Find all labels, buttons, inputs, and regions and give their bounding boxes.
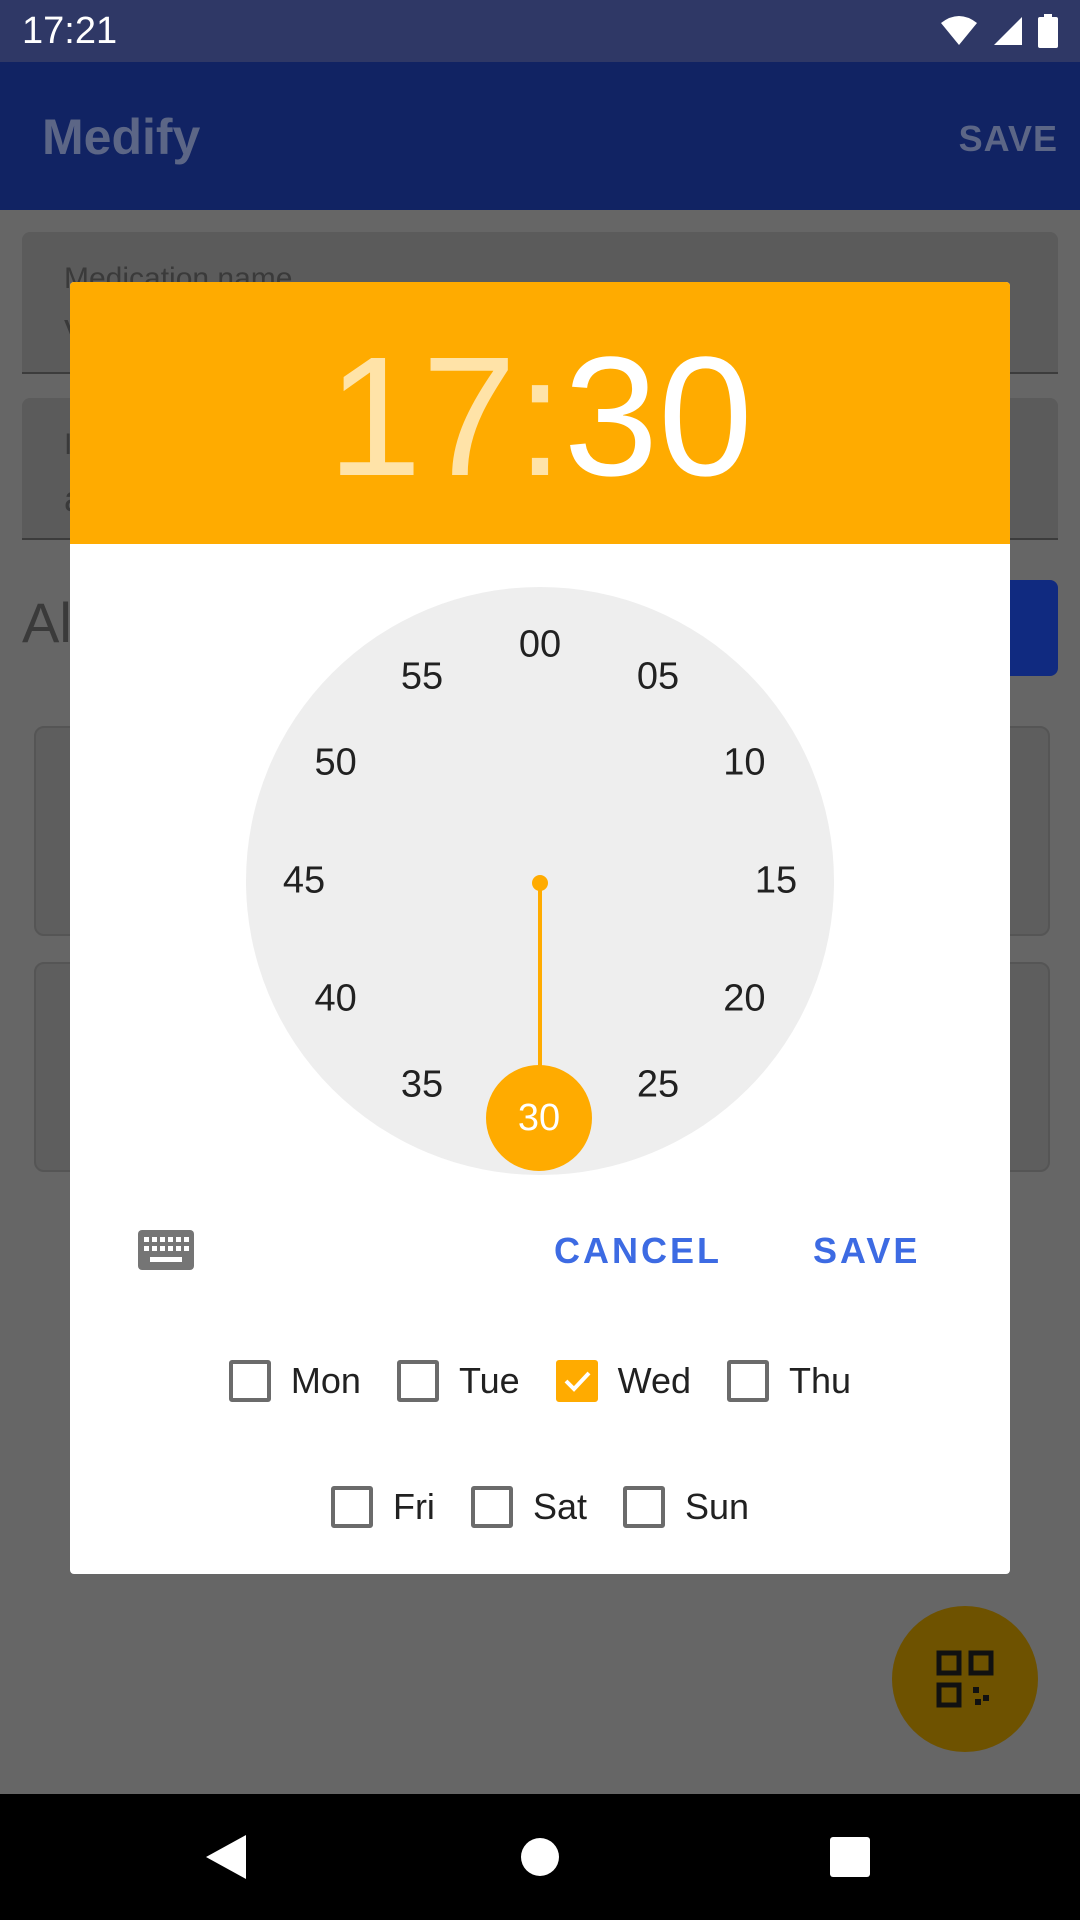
clock-minute-10[interactable]: 10 bbox=[723, 742, 765, 785]
qr-code-icon bbox=[936, 1650, 994, 1708]
selected-minute[interactable]: 30 bbox=[486, 1065, 592, 1171]
clock-minute-40[interactable]: 40 bbox=[314, 978, 356, 1021]
keyboard-icon[interactable] bbox=[138, 1230, 194, 1270]
nav-back-button[interactable] bbox=[166, 1794, 286, 1920]
clock-minute-50[interactable]: 50 bbox=[314, 742, 356, 785]
check-icon bbox=[564, 1371, 591, 1392]
nav-home-button[interactable] bbox=[480, 1794, 600, 1920]
clock-center bbox=[532, 875, 548, 891]
weekday-row-1: Mon Tue Wed Thu bbox=[70, 1360, 1010, 1402]
status-icons bbox=[940, 14, 1058, 48]
qr-scan-button[interactable] bbox=[892, 1606, 1038, 1752]
day-sat[interactable]: Sat bbox=[470, 1486, 587, 1528]
time-display: 17:30 bbox=[70, 332, 1010, 502]
checkbox[interactable] bbox=[555, 1360, 598, 1402]
day-label: Mon bbox=[290, 1360, 361, 1401]
clock-minute-25[interactable]: 25 bbox=[637, 1064, 679, 1107]
time-picker-dialog: 17:30 30 00 05 10 15 20 25 35 40 45 50 55 CANCEL S… bbox=[70, 282, 1010, 1574]
minute-clock-face[interactable]: 30 00 05 10 15 20 25 35 40 45 50 55 bbox=[246, 587, 834, 1175]
back-icon bbox=[206, 1835, 246, 1879]
checkbox[interactable] bbox=[622, 1486, 665, 1528]
wifi-icon bbox=[941, 16, 977, 45]
day-label: Thu bbox=[789, 1360, 852, 1401]
checkbox[interactable] bbox=[396, 1360, 439, 1402]
checkbox[interactable] bbox=[727, 1360, 770, 1402]
hour-display[interactable]: 17 bbox=[327, 322, 516, 512]
recents-icon bbox=[830, 1837, 870, 1877]
time-header: 17:30 bbox=[70, 282, 1010, 544]
day-tue[interactable]: Tue bbox=[396, 1360, 520, 1402]
day-label: Sat bbox=[532, 1486, 587, 1527]
signal-icon bbox=[994, 17, 1022, 45]
day-label: Fri bbox=[392, 1486, 435, 1527]
clock-minute-20[interactable]: 20 bbox=[723, 978, 765, 1021]
app-title: Medify bbox=[42, 109, 201, 165]
day-fri[interactable]: Fri bbox=[330, 1486, 435, 1528]
day-label: Wed bbox=[617, 1360, 692, 1401]
clock-minute-55[interactable]: 55 bbox=[401, 655, 443, 698]
day-thu[interactable]: Thu bbox=[727, 1360, 851, 1402]
clock-minute-35[interactable]: 35 bbox=[401, 1064, 443, 1107]
home-icon bbox=[521, 1838, 559, 1876]
status-time: 17:21 bbox=[22, 10, 118, 52]
day-label: Sun bbox=[684, 1486, 750, 1527]
clock-minute-15[interactable]: 15 bbox=[755, 860, 797, 903]
save-button[interactable]: SAVE bbox=[813, 1230, 920, 1272]
day-sun[interactable]: Sun bbox=[622, 1486, 750, 1528]
day-label: Tue bbox=[458, 1360, 520, 1401]
status-bar: 17:21 bbox=[0, 0, 1080, 62]
weekday-row-2: Fri Sat Sun bbox=[70, 1486, 1010, 1528]
battery-icon bbox=[1038, 14, 1058, 48]
clock-minute-45[interactable]: 45 bbox=[283, 860, 325, 903]
navigation-bar bbox=[0, 1794, 1080, 1920]
day-wed[interactable]: Wed bbox=[555, 1360, 692, 1402]
clock-minute-00[interactable]: 00 bbox=[519, 624, 561, 667]
section-heading: Al bbox=[22, 591, 72, 654]
checkbox[interactable] bbox=[330, 1486, 373, 1528]
checkbox[interactable] bbox=[228, 1360, 271, 1402]
day-mon[interactable]: Mon bbox=[228, 1360, 361, 1402]
nav-recents-button[interactable] bbox=[790, 1794, 910, 1920]
minute-display[interactable]: 30 bbox=[564, 322, 753, 512]
app-bar: Medify SAVE bbox=[0, 62, 1080, 210]
checkbox[interactable] bbox=[470, 1486, 513, 1528]
appbar-save-button[interactable]: SAVE bbox=[959, 118, 1058, 160]
clock-minute-05[interactable]: 05 bbox=[637, 655, 679, 698]
cancel-button[interactable]: CANCEL bbox=[554, 1230, 722, 1272]
time-separator: : bbox=[516, 322, 564, 512]
